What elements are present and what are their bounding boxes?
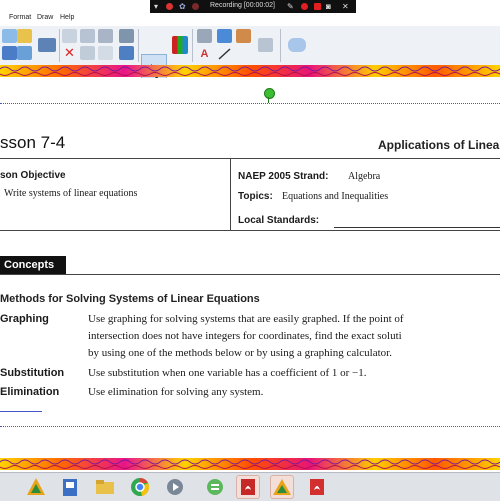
objective-heading: son Objective — [0, 170, 66, 181]
page-handle-stem — [268, 97, 269, 103]
naep-value: Algebra — [348, 171, 381, 182]
short-rule — [0, 411, 42, 412]
taskbar — [0, 472, 500, 501]
decorative-border-top — [0, 65, 500, 77]
media-player-icon[interactable] — [163, 475, 187, 499]
undo-icon[interactable] — [17, 46, 32, 60]
green-app-icon[interactable] — [203, 475, 227, 499]
menu-draw[interactable]: Draw — [37, 14, 53, 21]
pdf-reader-icon-2[interactable] — [305, 475, 329, 499]
highlighter-icon[interactable] — [217, 29, 232, 43]
method-text-line: by using one of the methods below or by … — [88, 347, 392, 359]
eraser-icon[interactable] — [197, 29, 212, 43]
header-bottom-rule — [0, 230, 500, 231]
chevron-down-icon[interactable]: ▾ — [154, 2, 158, 11]
chrome-icon[interactable] — [128, 475, 152, 499]
display-icon[interactable] — [38, 38, 56, 52]
decorative-border-bottom — [0, 458, 500, 470]
fill-icon[interactable] — [236, 29, 251, 43]
page-handle[interactable] — [264, 88, 275, 99]
local-standards-blank — [334, 227, 500, 228]
concepts-tab: Concepts — [0, 256, 66, 275]
bottom-guide-line — [0, 426, 500, 428]
method-text-line: Use substitution when one variable has a… — [88, 367, 367, 379]
menu-format[interactable]: Format — [9, 14, 31, 21]
topics-label: Topics: — [238, 191, 273, 202]
web-icon[interactable] — [119, 29, 134, 43]
pause-icon[interactable] — [166, 3, 173, 10]
pens-icon[interactable] — [172, 36, 188, 54]
menu-bar: Format Draw Help ▾ ✿ Recording [00:00:02… — [0, 0, 500, 26]
line-icon[interactable] — [217, 47, 232, 61]
document-page: sson 7-4 Applications of Linea son Objec… — [0, 78, 500, 458]
title-rule — [0, 158, 500, 159]
lesson-title: sson 7-4 — [0, 133, 66, 152]
recording-toolbar: ▾ ✿ Recording [00:00:02] ✎ ◙ ✕ — [150, 0, 356, 13]
close-page-icon[interactable] — [119, 46, 134, 60]
objective-text: Write systems of linear equations — [4, 188, 138, 199]
capture-icon[interactable] — [288, 38, 306, 52]
recording-timer: Recording [00:00:02] — [210, 2, 275, 9]
column-divider — [230, 158, 231, 230]
toolbar: ✕ A — [0, 26, 500, 89]
record-icon[interactable] — [301, 3, 308, 10]
copy-icon[interactable] — [62, 29, 77, 43]
top-guide-line — [0, 103, 500, 105]
notebook-icon[interactable] — [58, 475, 82, 499]
paste-icon[interactable] — [80, 29, 95, 43]
save-icon[interactable] — [2, 46, 17, 60]
delete-icon[interactable]: ✕ — [62, 46, 77, 60]
concepts-rule — [0, 274, 500, 275]
method-text-line: Use elimination for solving any system. — [88, 386, 264, 398]
camera-icon[interactable]: ◙ — [326, 2, 331, 11]
method-name-substitution: Substitution — [0, 367, 65, 379]
cut-icon[interactable] — [98, 29, 113, 43]
section-title: Applications of Linea — [378, 138, 500, 152]
text-icon[interactable]: A — [197, 47, 212, 61]
record-mode-icon[interactable] — [192, 3, 199, 10]
close-icon[interactable]: ✕ — [342, 2, 349, 11]
table-icon[interactable] — [98, 46, 113, 60]
clear-icon[interactable] — [258, 38, 273, 52]
settings-icon[interactable]: ✿ — [179, 2, 186, 11]
method-text-line: intersection does not have integers for … — [88, 330, 402, 342]
method-name-graphing: Graphing — [0, 313, 49, 325]
naep-label: NAEP 2005 Strand: — [238, 171, 329, 182]
method-name-elimination: Elimination — [0, 386, 60, 398]
pencil-icon[interactable]: ✎ — [287, 2, 294, 11]
method-text-line: Use graphing for solving systems that ar… — [88, 313, 404, 325]
methods-heading: Methods for Solving Systems of Linear Eq… — [0, 293, 260, 305]
stop-icon[interactable] — [314, 3, 321, 10]
file-explorer-icon[interactable] — [93, 475, 117, 499]
topics-value: Equations and Inequalities — [282, 191, 389, 202]
open-folder-icon[interactable] — [17, 29, 32, 43]
insert-page-icon[interactable] — [80, 46, 95, 60]
smart-notebook-icon[interactable] — [24, 475, 48, 499]
pdf-reader-icon[interactable] — [236, 475, 260, 499]
menu-help[interactable]: Help — [60, 14, 74, 21]
new-file-icon[interactable] — [2, 29, 17, 43]
local-standards-label: Local Standards: — [238, 215, 320, 226]
smart-notebook-icon-2[interactable] — [270, 475, 294, 499]
